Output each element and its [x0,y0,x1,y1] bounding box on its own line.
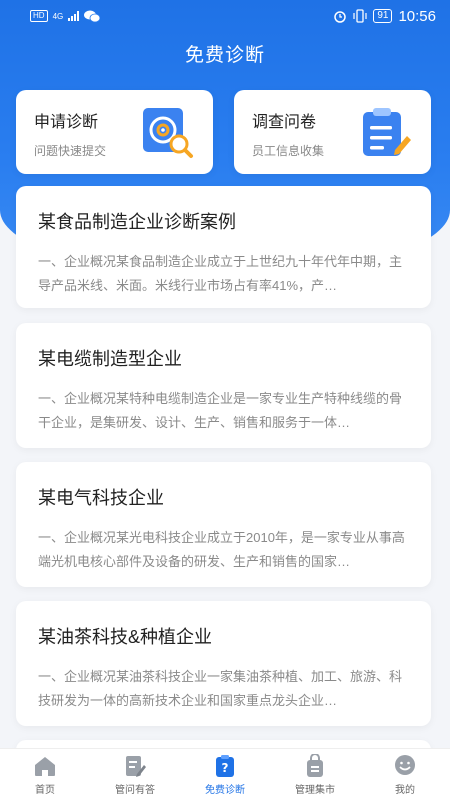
tab-qa[interactable]: 管问有答 [90,749,180,800]
tab-label: 首页 [35,784,55,796]
case-card-3[interactable]: 某电气科技企业 一、企业概况某光电科技企业成立于2010年，是一家专业从事高端光… [16,462,431,587]
case-title: 某电缆制造型企业 [38,349,182,369]
case-description: 一、企业概况某光电科技企业成立于2010年，是一家专业从事高端光机电核心部件及设… [38,530,405,569]
edit-note-icon [126,755,146,777]
tab-label: 管问有答 [115,784,155,796]
case-card-1[interactable]: 某食品制造企业诊断案例 一、企业概况某食品制造企业成立于上世纪九十年代年中期，主… [16,186,431,308]
case-title: 某油茶科技&种植企业 [38,627,213,647]
tab-market[interactable]: 管理集市 [270,749,360,800]
profile-icon [395,754,415,775]
case-card-2[interactable]: 某电缆制造型企业 一、企业概况某特种电缆制造企业是一家专业生产特种线缆的骨干企业… [16,323,431,448]
vibrate-icon [353,9,367,23]
case-description: 一、企业概况某食品制造企业成立于上世纪九十年代年中期，主导产品米线、米面。米线行… [38,254,403,293]
tab-home[interactable]: 首页 [0,749,90,800]
case-card-4[interactable]: 某油茶科技&种植企业 一、企业概况某油茶科技企业一家集油茶种植、加工、旅游、科技… [16,601,431,726]
case-title: 某食品制造企业诊断案例 [38,212,236,232]
tab-label: 我的 [395,784,415,796]
case-description: 一、企业概况某特种电缆制造企业是一家专业生产特种线缆的骨干企业，是集研发、设计、… [38,391,403,430]
apply-diagnosis-card[interactable]: 申请诊断 问题快速提交 [16,90,213,174]
svg-text:?: ? [222,761,229,775]
tab-profile[interactable]: 我的 [360,749,450,800]
questionnaire-card[interactable]: 调查问卷 员工信息收集 [234,90,431,174]
alarm-icon [334,11,347,23]
case-title: 某电气科技企业 [38,488,164,508]
page-title: 免费诊断 [184,45,265,66]
case-description: 一、企业概况某油茶科技企业一家集油茶种植、加工、旅游、科技研发为一体的高新技术企… [38,669,403,708]
status-bar: HD 4G 91 10:56 [0,0,450,32]
diagnosis-target-icon [143,108,193,158]
signal-icon [68,11,80,21]
bag-icon [307,753,323,777]
battery-icon: 91 [373,9,393,23]
clipboard-question-icon: ? [216,754,234,777]
wechat-icon [84,10,101,22]
network-label: 4G [52,11,64,21]
tab-free-diagnosis[interactable]: ? 免费诊断 [180,749,270,800]
hd-badge: HD [30,10,48,22]
questionnaire-icon [363,108,411,156]
tab-label: 管理集市 [295,784,335,796]
tab-label: 免费诊断 [205,784,245,796]
bottom-tab-bar: 首页 管问有答 ? 免费诊断 管理集市 我的 [0,748,450,800]
home-icon [35,756,55,776]
clock: 10:56 [398,7,436,25]
